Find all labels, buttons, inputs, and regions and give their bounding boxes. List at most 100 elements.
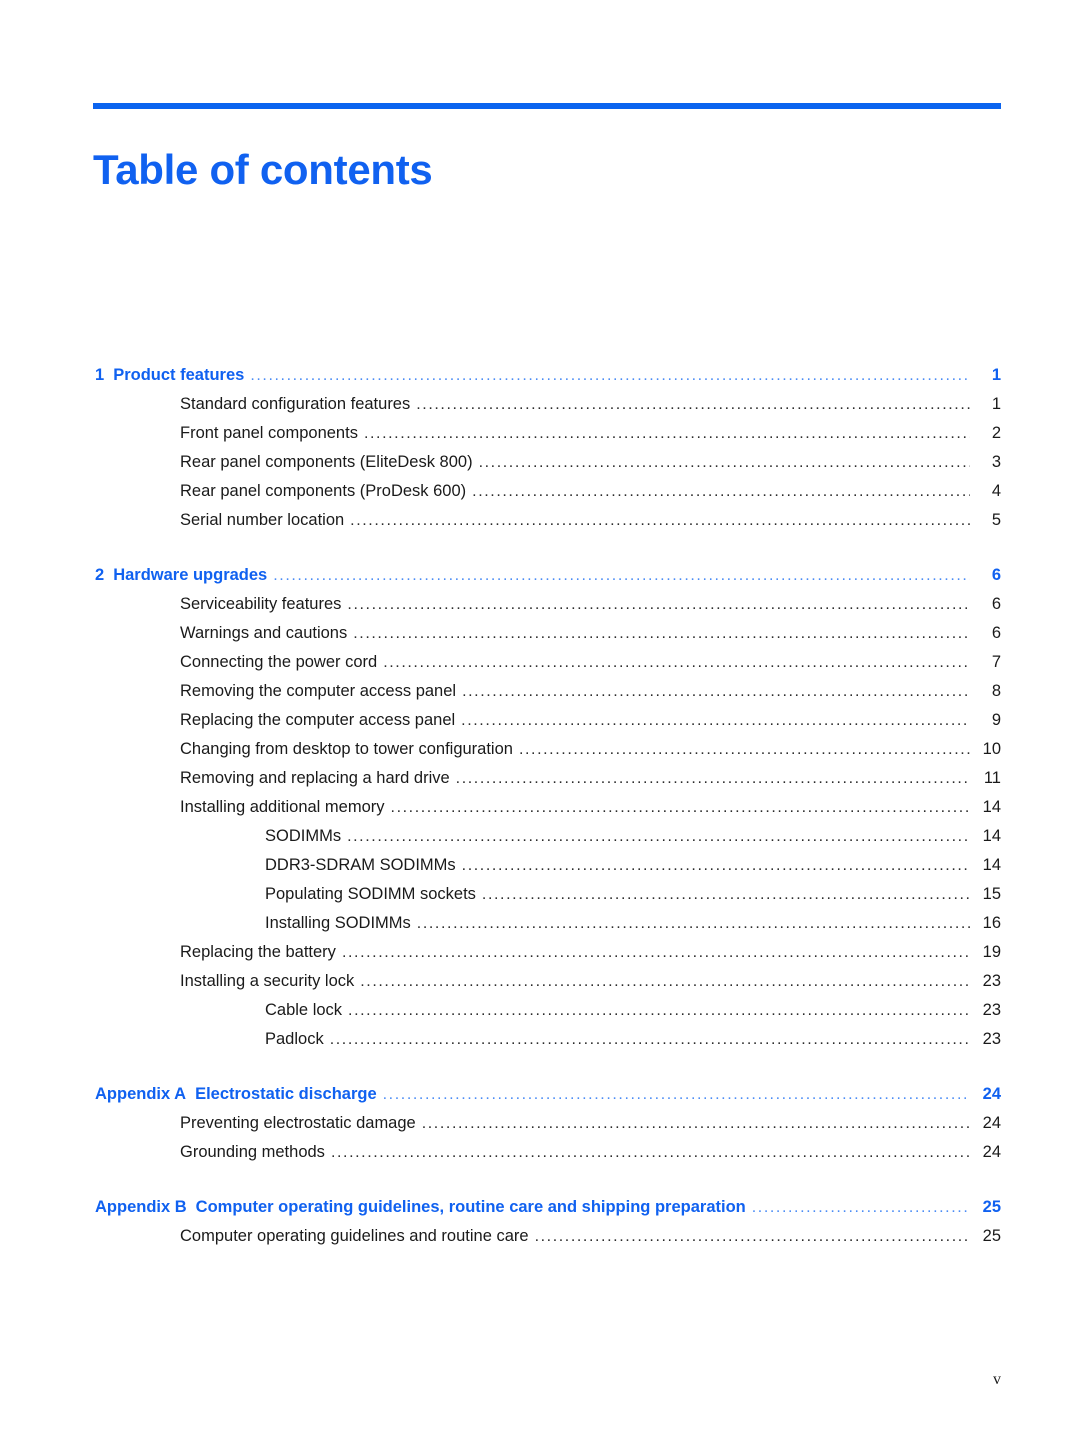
- toc-entry-row[interactable]: Preventing electrostatic damage 24: [0, 1114, 1080, 1143]
- dot-leader: [422, 1116, 970, 1132]
- toc-group: 2Hardware upgrades6Serviceability featur…: [0, 566, 1080, 1059]
- dot-leader: [391, 800, 970, 816]
- dot-leader: [273, 568, 970, 584]
- toc-entry-page-number: 8: [991, 682, 1001, 700]
- toc-entry-page-number: 16: [982, 914, 1001, 932]
- toc-chapter-page-number: 25: [982, 1198, 1001, 1216]
- toc-entry-row[interactable]: Standard configuration features 1: [0, 395, 1080, 424]
- toc-entry-label: Installing SODIMMs: [265, 914, 411, 932]
- toc-entry-label: Warnings and cautions: [180, 624, 348, 642]
- toc-entry-page-number: 10: [982, 740, 1001, 758]
- toc-chapter-row[interactable]: 1 Product features 1: [0, 366, 1080, 395]
- toc-chapter-number: 1: [95, 366, 105, 384]
- toc-entry-label: Padlock: [265, 1030, 324, 1048]
- dot-leader: [519, 742, 970, 758]
- toc-chapter-title: Hardware upgrades: [113, 566, 268, 584]
- toc-chapter-label: Appendix B Computer operating guidelines,…: [95, 1198, 746, 1217]
- dot-leader: [472, 484, 970, 500]
- toc-entry-label: Changing from desktop to tower configura…: [180, 740, 513, 758]
- toc-entry-row[interactable]: Computer operating guidelines and routin…: [0, 1227, 1080, 1256]
- toc-chapter-row[interactable]: 2 Hardware upgrades 6: [0, 566, 1080, 595]
- toc-entry-row[interactable]: Connecting the power cord 7: [0, 653, 1080, 682]
- toc-group-spacer: [0, 1172, 1080, 1198]
- toc-page: Table of contents 1Product features1Stan…: [0, 0, 1080, 1437]
- toc-entry-page-number: 1: [991, 395, 1001, 413]
- toc-entry-page-number: 19: [982, 943, 1001, 961]
- dot-leader: [250, 368, 970, 384]
- toc-entry-row[interactable]: Rear panel components (EliteDesk 800) 3: [0, 453, 1080, 482]
- toc-chapter-label: 1 Product features: [95, 366, 244, 385]
- dot-leader: [456, 771, 970, 787]
- toc-entry-page-number: 2: [991, 424, 1001, 442]
- dot-leader: [330, 1032, 970, 1048]
- toc-entry-row[interactable]: Installing additional memory 14: [0, 798, 1080, 827]
- toc-entry-page-number: 6: [991, 624, 1001, 642]
- dot-leader: [482, 887, 970, 903]
- toc-entry-row[interactable]: Populating SODIMM sockets 15: [0, 885, 1080, 914]
- toc-entry-row[interactable]: Serviceability features 6: [0, 595, 1080, 624]
- dot-leader: [353, 626, 970, 642]
- toc-group: 1Product features1Standard configuration…: [0, 366, 1080, 540]
- toc-entry-row[interactable]: Grounding methods 24: [0, 1143, 1080, 1172]
- toc-chapter-row[interactable]: Appendix B Computer operating guidelines,…: [0, 1198, 1080, 1227]
- toc-entry-label: Standard configuration features: [180, 395, 411, 413]
- toc-chapter-title: Product features: [113, 366, 245, 384]
- toc-entry-row[interactable]: Installing a security lock 23: [0, 972, 1080, 1001]
- table-of-contents: 1Product features1Standard configuration…: [0, 366, 1080, 1256]
- toc-entry-label: Rear panel components (EliteDesk 800): [180, 453, 473, 471]
- toc-entry-row[interactable]: Cable lock 23: [0, 1001, 1080, 1030]
- toc-entry-page-number: 6: [991, 595, 1001, 613]
- toc-chapter-row[interactable]: Appendix A Electrostatic discharge 24: [0, 1085, 1080, 1114]
- dot-leader: [364, 426, 970, 442]
- toc-entry-row[interactable]: Replacing the battery 19: [0, 943, 1080, 972]
- dot-leader: [462, 858, 970, 874]
- toc-entry-row[interactable]: Rear panel components (ProDesk 600) 4: [0, 482, 1080, 511]
- toc-chapter-label: 2 Hardware upgrades: [95, 566, 267, 585]
- toc-entry-label: Removing the computer access panel: [180, 682, 457, 700]
- toc-chapter-page-number: 6: [991, 566, 1001, 584]
- toc-entry-page-number: 23: [982, 1001, 1001, 1019]
- toc-entry-label: Computer operating guidelines and routin…: [180, 1227, 529, 1245]
- dot-leader: [331, 1145, 970, 1161]
- toc-chapter-number: Appendix A: [95, 1085, 187, 1103]
- toc-entry-label: Rear panel components (ProDesk 600): [180, 482, 467, 500]
- toc-entry-page-number: 5: [991, 511, 1001, 529]
- toc-entry-row[interactable]: DDR3-SDRAM SODIMMs 14: [0, 856, 1080, 885]
- page-title: Table of contents: [93, 146, 433, 194]
- toc-entry-row[interactable]: Serial number location 5: [0, 511, 1080, 540]
- toc-entry-row[interactable]: Replacing the computer access panel 9: [0, 711, 1080, 740]
- toc-entry-row[interactable]: Changing from desktop to tower configura…: [0, 740, 1080, 769]
- toc-chapter-label: Appendix A Electrostatic discharge: [95, 1085, 377, 1104]
- toc-entry-page-number: 14: [982, 856, 1001, 874]
- toc-entry-page-number: 3: [991, 453, 1001, 471]
- toc-entry-row[interactable]: Padlock 23: [0, 1030, 1080, 1059]
- dot-leader: [347, 597, 970, 613]
- toc-entry-page-number: 24: [982, 1143, 1001, 1161]
- toc-chapter-title: Computer operating guidelines, routine c…: [195, 1198, 746, 1216]
- dot-leader: [383, 655, 970, 671]
- toc-chapter-number: 2: [95, 566, 105, 584]
- toc-entry-row[interactable]: Removing and replacing a hard drive 11: [0, 769, 1080, 798]
- toc-entry-label: Installing additional memory: [180, 798, 385, 816]
- toc-entry-label: Installing a security lock: [180, 972, 355, 990]
- dot-leader: [462, 684, 970, 700]
- toc-entry-page-number: 15: [982, 885, 1001, 903]
- toc-entry-label: Connecting the power cord: [180, 653, 378, 671]
- toc-chapter-page-number: 1: [991, 366, 1001, 384]
- toc-entry-label: Serviceability features: [180, 595, 342, 613]
- toc-entry-row[interactable]: Installing SODIMMs 16: [0, 914, 1080, 943]
- toc-entry-label: Removing and replacing a hard drive: [180, 769, 450, 787]
- toc-chapter-title: Electrostatic discharge: [195, 1085, 377, 1103]
- toc-entry-page-number: 7: [991, 653, 1001, 671]
- dot-leader: [348, 1003, 970, 1019]
- toc-entry-row[interactable]: Warnings and cautions 6: [0, 624, 1080, 653]
- toc-chapter-number: Appendix B: [95, 1198, 187, 1216]
- toc-entry-row[interactable]: Front panel components 2: [0, 424, 1080, 453]
- toc-entry-page-number: 14: [982, 827, 1001, 845]
- toc-entry-row[interactable]: SODIMMs 14: [0, 827, 1080, 856]
- toc-entry-label: DDR3-SDRAM SODIMMs: [265, 856, 456, 874]
- toc-entry-row[interactable]: Removing the computer access panel 8: [0, 682, 1080, 711]
- toc-entry-page-number: 23: [982, 972, 1001, 990]
- toc-entry-label: Populating SODIMM sockets: [265, 885, 476, 903]
- dot-leader: [342, 945, 970, 961]
